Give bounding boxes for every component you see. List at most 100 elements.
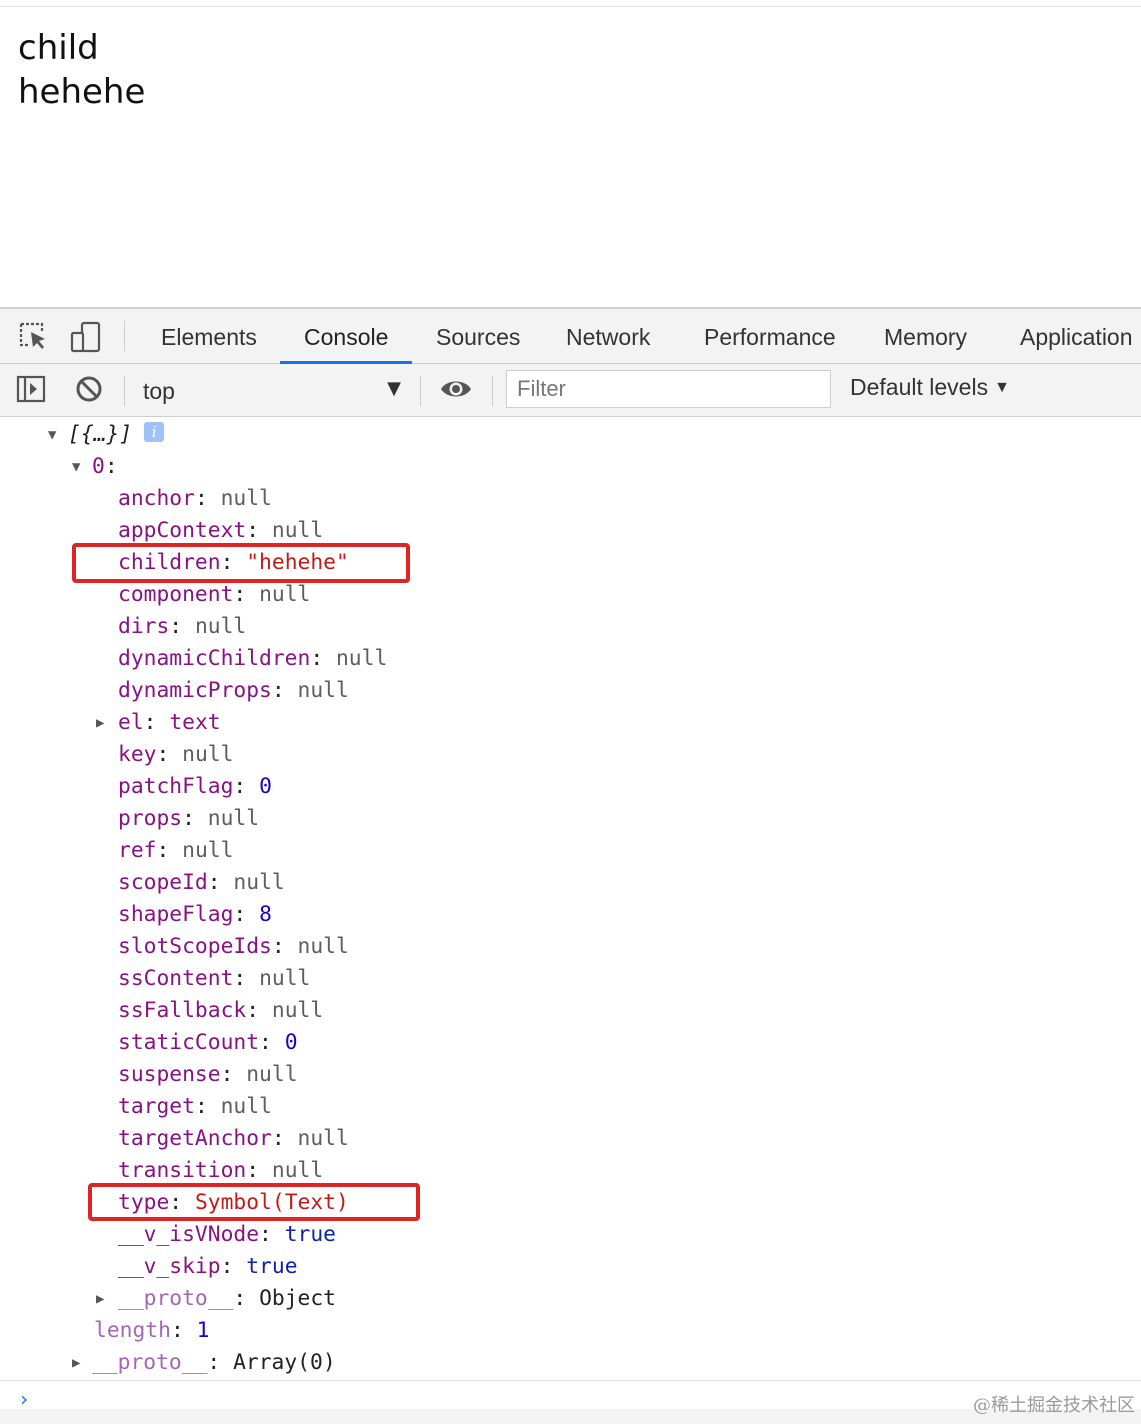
property-key: suspense — [118, 1062, 221, 1087]
property-key: key — [118, 742, 157, 767]
property-row: staticCount: 0 — [118, 1030, 298, 1055]
console-array-root[interactable]: ▼ [{…}] i — [48, 419, 165, 451]
property-key: component — [118, 582, 234, 607]
property-value: null — [297, 678, 349, 703]
expanded-triangle-icon[interactable]: ▼ — [48, 419, 68, 451]
property-value: null — [233, 870, 285, 895]
context-selector[interactable]: top ▼ — [143, 374, 405, 406]
property-value: null — [297, 934, 349, 959]
log-levels-dropdown[interactable]: Default levels ▼ — [850, 374, 1010, 401]
property-key: dynamicChildren — [118, 646, 311, 671]
dropdown-arrow-icon: ▼ — [994, 379, 1010, 396]
tab-sources[interactable]: Sources — [436, 309, 520, 363]
tab-console[interactable]: Console — [279, 309, 413, 364]
highlight-box — [72, 543, 410, 583]
property-key: props — [118, 806, 183, 831]
console-output: ▼ [{…}] i ▼ 0: anchor: null appContext: null… — [0, 419, 1141, 1379]
property-row: __v_skip: true — [118, 1254, 298, 1279]
array-summary: [{…}] — [68, 422, 133, 447]
property-value: null — [271, 998, 324, 1023]
property-key: __v_skip — [118, 1254, 221, 1279]
console-prompt-divider — [0, 1380, 1141, 1381]
property-row: dynamicChildren: null — [118, 646, 388, 671]
device-toolbar-icon[interactable] — [70, 321, 101, 353]
property-value: Array(0) — [233, 1350, 336, 1375]
property-key: __proto__ — [118, 1286, 234, 1311]
tab-performance[interactable]: Performance — [704, 309, 836, 363]
watermark: @稀土掘金技术社区 — [973, 1395, 1135, 1416]
property-row: shapeFlag: 8 — [118, 902, 272, 927]
eye-icon[interactable] — [440, 374, 471, 404]
property-row: slotScopeIds: null — [118, 934, 349, 959]
property-value: null — [271, 1158, 324, 1183]
filter-input[interactable] — [506, 370, 831, 408]
property-value: null — [259, 582, 311, 607]
property-value: Object — [259, 1286, 336, 1311]
info-icon[interactable]: i — [144, 422, 165, 442]
devtools-panel: Elements Console Sources Network Perform… — [0, 307, 1141, 1424]
property-row: target: null — [118, 1094, 272, 1119]
property-value: null — [207, 806, 260, 831]
highlight-box — [88, 1183, 420, 1221]
property-row: anchor: null — [118, 486, 272, 511]
property-value: null — [182, 838, 234, 863]
property-key: targetAnchor — [118, 1126, 272, 1151]
property-row: key: null — [118, 742, 234, 767]
toolbar-separator — [124, 321, 125, 351]
collapsed-triangle-icon[interactable]: ▶ — [96, 1283, 118, 1315]
property-value: 8 — [259, 902, 272, 927]
property-key: appContext — [118, 518, 247, 543]
property-value: true — [246, 1254, 298, 1279]
property-row[interactable]: ▶ el: text — [96, 707, 221, 739]
property-key: scopeId — [118, 870, 208, 895]
page-viewport: child hehehe — [0, 0, 1141, 307]
property-key: transition — [118, 1158, 247, 1183]
page-text-hehehe: hehehe — [18, 72, 146, 112]
property-value: null — [335, 646, 388, 671]
array-item-0[interactable]: ▼ 0: — [72, 451, 118, 483]
prompt-chevron-icon[interactable]: › — [18, 1387, 30, 1411]
property-row: dirs: null — [118, 614, 247, 639]
tab-network[interactable]: Network — [566, 309, 650, 363]
toolbar-separator — [420, 376, 421, 406]
property-key: anchor — [118, 486, 195, 511]
collapsed-triangle-icon[interactable]: ▶ — [96, 707, 118, 739]
page-text-child: child — [18, 28, 99, 68]
clear-console-icon[interactable] — [74, 374, 104, 404]
item-index: 0 — [92, 454, 105, 479]
devtools-tab-bar: Elements Console Sources Network Perform… — [0, 309, 1141, 364]
property-row: component: null — [118, 582, 311, 607]
property-key: __proto__ — [92, 1350, 208, 1375]
property-row[interactable]: ▶ __proto__: Object — [96, 1283, 336, 1315]
property-row: patchFlag: 0 — [118, 774, 272, 799]
collapsed-triangle-icon[interactable]: ▶ — [72, 1347, 92, 1379]
property-value: null — [297, 1126, 349, 1151]
property-value: 1 — [196, 1318, 210, 1343]
property-key: dirs — [118, 614, 170, 639]
property-value: true — [284, 1222, 336, 1247]
viewport-top-border — [0, 6, 1141, 7]
dropdown-arrow-icon: ▼ — [387, 378, 401, 399]
tab-application[interactable]: Application — [1020, 309, 1133, 363]
tab-memory[interactable]: Memory — [884, 309, 967, 363]
property-row: scopeId: null — [118, 870, 285, 895]
property-value: null — [182, 742, 234, 767]
property-row: ssContent: null — [118, 966, 311, 991]
property-key: ssFallback — [118, 998, 247, 1023]
property-value: null — [220, 1094, 272, 1119]
expanded-triangle-icon[interactable]: ▼ — [72, 451, 92, 483]
sidebar-toggle-icon[interactable] — [16, 374, 46, 404]
property-value: null — [194, 614, 247, 639]
console-toolbar: top ▼ Default levels ▼ — [0, 364, 1141, 417]
property-row: dynamicProps: null — [118, 678, 349, 703]
property-key: length — [94, 1318, 171, 1343]
property-key: ref — [118, 838, 157, 863]
property-key: shapeFlag — [118, 902, 234, 927]
toolbar-separator — [492, 376, 493, 406]
tab-elements[interactable]: Elements — [161, 309, 257, 363]
property-value: null — [271, 518, 324, 543]
property-row: targetAnchor: null — [118, 1126, 349, 1151]
inspect-element-icon[interactable] — [18, 321, 48, 351]
property-value: 0 — [284, 1030, 298, 1055]
array-proto-row[interactable]: ▶ __proto__: Array(0) — [72, 1347, 336, 1379]
